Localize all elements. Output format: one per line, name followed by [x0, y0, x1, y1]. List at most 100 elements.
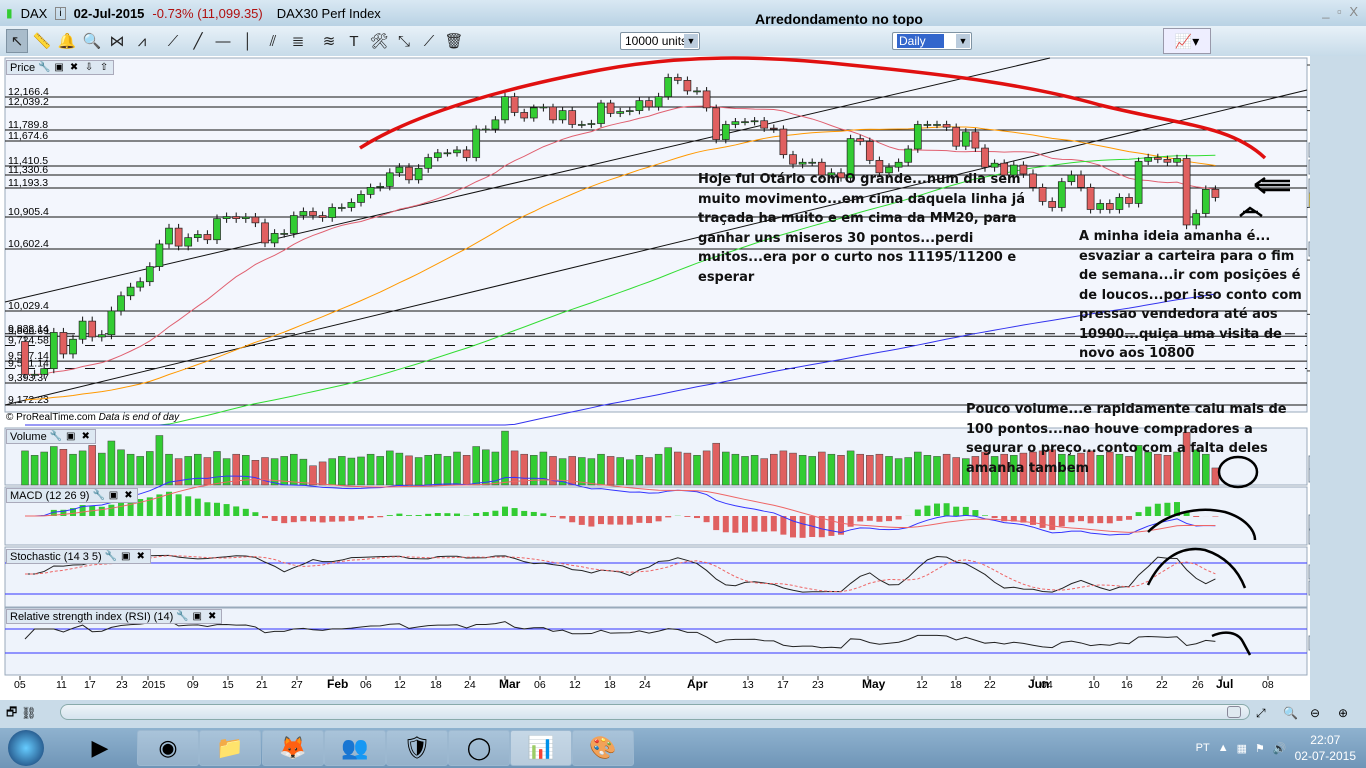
- maximize-icon[interactable]: ▣: [53, 62, 65, 73]
- volume-bar: [827, 453, 836, 486]
- volume-bar: [414, 457, 423, 486]
- volume-bar: [136, 456, 144, 486]
- move-up-icon[interactable]: ⇧: [98, 62, 110, 73]
- zoom-in-icon[interactable]: ⊕: [1338, 706, 1348, 720]
- auto-zoom-icon[interactable]: 🔍: [1283, 706, 1298, 720]
- volume-icon[interactable]: 🔊: [1273, 742, 1287, 755]
- horizontal-line-icon[interactable]: —: [212, 29, 234, 53]
- candle-body: [174, 227, 183, 247]
- file-explorer-icon[interactable]: 📁: [199, 730, 261, 766]
- chart-svg[interactable]: 12,166.412,039.211,789.811,674.611,410.5…: [0, 56, 1366, 700]
- language-indicator[interactable]: PT: [1196, 742, 1210, 754]
- parallel-lines-icon[interactable]: ⫽: [262, 29, 284, 53]
- x-tick-label: 17: [777, 679, 789, 691]
- arrow-icon[interactable]: ⤡: [393, 29, 415, 53]
- candle-body: [1048, 201, 1057, 208]
- stochastic-panel-header: Stochastic (14 3 5) 🔧 ▣ ✖: [6, 549, 151, 564]
- pointer-icon[interactable]: ↖: [6, 29, 28, 53]
- firefox-icon[interactable]: 🦊: [262, 730, 324, 766]
- circle-app-icon[interactable]: ◯: [448, 730, 510, 766]
- macd-histogram-bar: [943, 503, 950, 516]
- fit-icon[interactable]: ⤢: [1256, 706, 1266, 721]
- symbol-dropdown[interactable]: DAX: [21, 6, 48, 21]
- candle-body: [107, 310, 116, 336]
- volume-panel-header: Volume 🔧 ▣ ✖: [6, 429, 96, 444]
- close-icon[interactable]: ✖: [122, 490, 134, 501]
- panel-title: Relative strength index (RSI) (14): [10, 610, 174, 623]
- channel-pattern-icon[interactable]: ⩘: [131, 29, 153, 53]
- volume-bar: [155, 435, 164, 486]
- triangle-pattern-icon[interactable]: ⋈: [106, 29, 128, 53]
- maximize-icon[interactable]: ▣: [120, 551, 132, 562]
- tools-icon[interactable]: 🛠: [368, 29, 390, 53]
- segment-icon[interactable]: ⟋: [162, 29, 184, 53]
- price-label-box: [1308, 178, 1354, 194]
- flag-icon[interactable]: ⚑: [1255, 742, 1265, 755]
- export-icon[interactable]: 🗗: [6, 703, 17, 724]
- volume-bar: [146, 451, 154, 486]
- media-player-icon[interactable]: ▶: [70, 730, 130, 766]
- volume-bar: [750, 455, 759, 486]
- zoom-out-icon[interactable]: ⊖: [1310, 706, 1320, 720]
- x-tick-label: 12: [569, 679, 581, 691]
- maximize-icon[interactable]: ▣: [107, 490, 119, 501]
- units-select[interactable]: 10000 units ▼: [620, 32, 700, 50]
- show-hidden-icons[interactable]: ▲: [1218, 742, 1229, 754]
- link-icon[interactable]: ⛓: [21, 706, 36, 720]
- maximize-icon[interactable]: ▣: [65, 431, 77, 442]
- wrench-icon[interactable]: 🔧: [92, 490, 104, 501]
- candle-body: [251, 216, 260, 224]
- macd-histogram-bar: [847, 516, 854, 527]
- close-icon[interactable]: ✖: [68, 62, 80, 73]
- zoom-icon[interactable]: 🔍: [81, 29, 103, 53]
- macd-histogram-bar: [895, 516, 902, 520]
- close-icon[interactable]: ✖: [80, 431, 92, 442]
- vertical-line-icon[interactable]: │: [237, 29, 259, 53]
- candle-body: [529, 107, 538, 119]
- fibonacci-icon[interactable]: ≣: [287, 29, 309, 53]
- paint-icon[interactable]: 🎨: [572, 730, 634, 766]
- x-tick-label: 18: [950, 679, 962, 691]
- wrench-icon[interactable]: 🔧: [105, 551, 117, 562]
- regression-channel-icon[interactable]: ≋: [318, 29, 340, 53]
- macd-histogram-bar: [319, 516, 326, 523]
- rsi-panel-header: Relative strength index (RSI) (14) 🔧 ▣ ✖: [6, 609, 223, 624]
- mcafee-icon[interactable]: 🛡: [386, 730, 448, 766]
- wrench-icon[interactable]: 🔧: [38, 62, 50, 73]
- volume-bar: [798, 455, 807, 486]
- candle-body: [712, 107, 721, 140]
- close-icon[interactable]: ✖: [206, 611, 218, 622]
- x-tick-label: 18: [430, 679, 442, 691]
- close-icon[interactable]: ✖: [135, 551, 147, 562]
- messenger-icon[interactable]: 👥: [324, 730, 386, 766]
- move-down-icon[interactable]: ⇩: [83, 62, 95, 73]
- macd-histogram-bar: [1106, 516, 1113, 524]
- text-icon[interactable]: T: [343, 29, 365, 53]
- chart-area[interactable]: 12,166.4 12,039.2 11,789.8 11,674.6 11,410.5…: [0, 56, 1366, 700]
- prorealtime-icon[interactable]: 📊: [510, 730, 572, 766]
- maximize-icon[interactable]: ▣: [191, 611, 203, 622]
- x-tick-label: 10: [1088, 679, 1100, 691]
- candle-body: [961, 131, 970, 147]
- macd-histogram-bar: [1030, 516, 1036, 525]
- start-button[interactable]: [8, 730, 44, 766]
- trendline-icon[interactable]: ⟋: [418, 29, 440, 53]
- timeframe-select[interactable]: Daily ▼: [892, 32, 972, 50]
- alarm-bell-icon[interactable]: 🔔: [56, 29, 78, 53]
- ruler-icon[interactable]: 📏: [31, 29, 53, 53]
- chrome-icon[interactable]: ◉: [137, 730, 199, 766]
- clock[interactable]: 22:07 02-07-2015: [1295, 732, 1356, 764]
- candle-body: [501, 96, 509, 121]
- line-icon[interactable]: ╱: [187, 29, 209, 53]
- wrench-icon[interactable]: 🔧: [50, 431, 62, 442]
- window-controls[interactable]: _ ▫ X: [1322, 4, 1360, 19]
- scrollbar-thumb[interactable]: [1227, 706, 1241, 718]
- network-icon[interactable]: ▦: [1237, 742, 1247, 755]
- macd-histogram-bar: [991, 516, 998, 519]
- info-icon[interactable]: i: [55, 6, 66, 20]
- wrench-icon[interactable]: 🔧: [176, 611, 188, 622]
- candlestick-icon[interactable]: ▮: [6, 6, 13, 20]
- add-indicator-button[interactable]: 📈▾: [1163, 28, 1211, 54]
- trash-icon[interactable]: 🗑: [443, 29, 465, 53]
- horizontal-scrollbar[interactable]: [60, 704, 1250, 720]
